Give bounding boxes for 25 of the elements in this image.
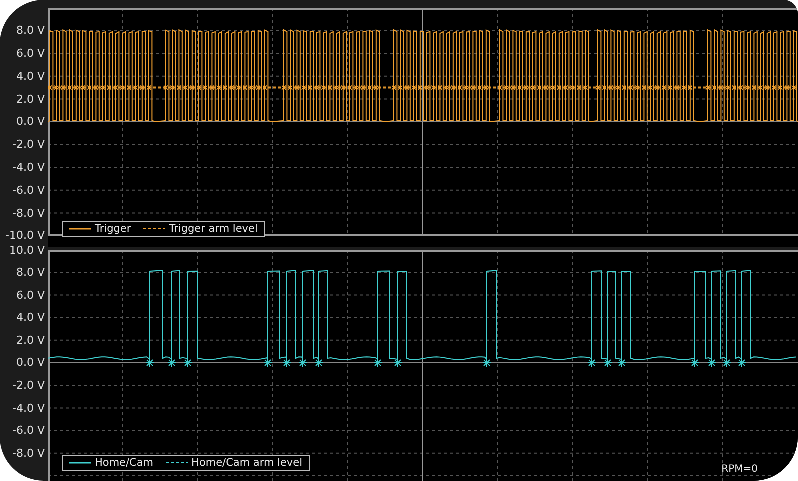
axis-label: 2.0 V (16, 92, 46, 108)
axis-label: 0.0 V (16, 114, 46, 130)
axis-label: -4.0 V (12, 400, 46, 417)
legend-label: Trigger arm level (169, 223, 258, 236)
rpm-readout: RPM=0 (722, 464, 758, 475)
axis-label: -10.0 V (6, 228, 46, 244)
axis-label: -2.0 V (12, 137, 46, 154)
axis-label: -6.0 V (12, 182, 46, 199)
axis-label: 8.0 V (16, 23, 46, 40)
axis-label: 0.0 V (16, 355, 46, 372)
legend-label: Home/Cam (95, 457, 154, 469)
axis-label: -8.0 V (12, 206, 46, 222)
axis-label: -4.0 V (12, 160, 46, 176)
legend-label: Trigger (95, 223, 132, 236)
axis-label: 4.0 V (16, 310, 46, 326)
axis-label: -6.0 V (12, 423, 46, 440)
axis-label: 10.0 V (9, 242, 46, 258)
axis-label: -8.0 V (12, 446, 46, 462)
axis-label: 8.0 V (16, 265, 46, 282)
legend-label: Home/Cam arm level (192, 457, 303, 469)
axis-label: 2.0 V (16, 332, 46, 349)
axis-label: 4.0 V (16, 68, 46, 85)
axis-label: -2.0 V (12, 378, 46, 394)
axis-label: 6.0 V (16, 46, 46, 62)
axis-label: 6.0 V (16, 288, 46, 304)
